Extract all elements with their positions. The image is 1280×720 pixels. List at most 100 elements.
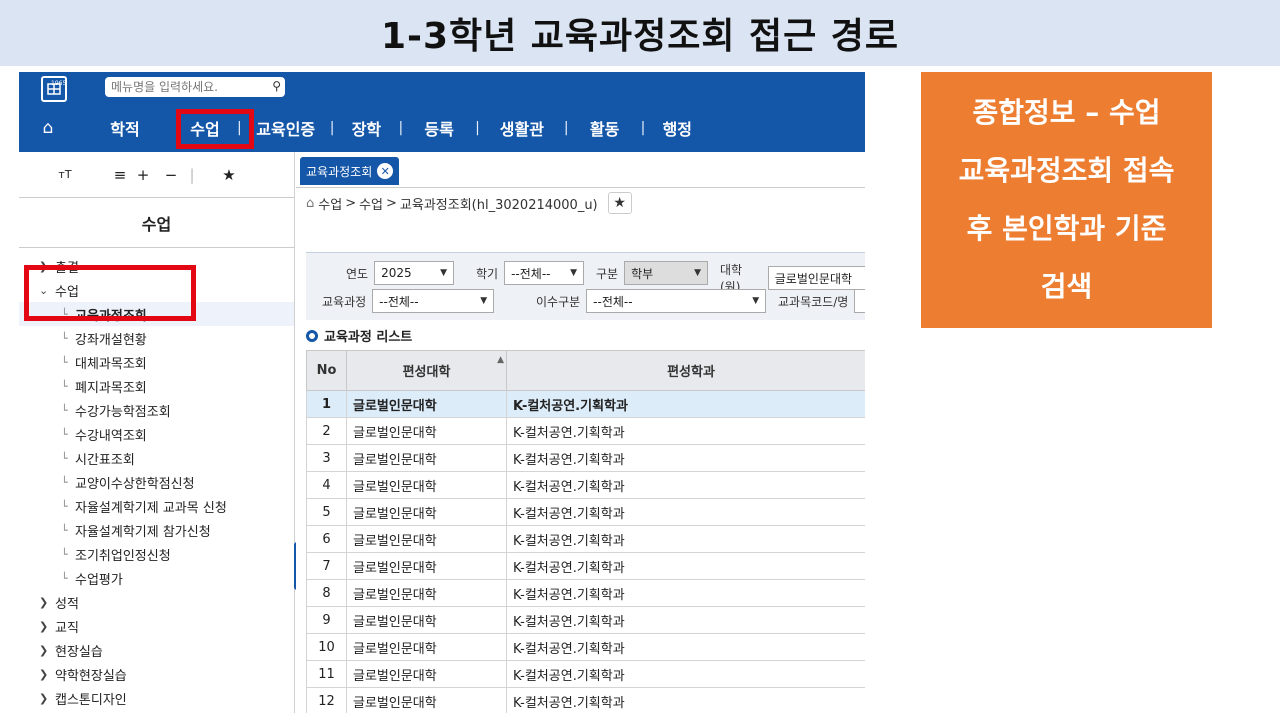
completion-type-select[interactable]: --전체-- ▼: [586, 289, 767, 313]
row-number: 3: [306, 444, 347, 472]
nav-separator: |: [563, 120, 569, 136]
row-number: 11: [306, 660, 347, 688]
row-department: K-컬처공연.기획학과: [506, 498, 865, 526]
close-icon[interactable]: ✕: [377, 163, 394, 179]
row-department: K-컬처공연.기획학과: [506, 606, 865, 634]
university-logo[interactable]: 1965: [41, 76, 67, 102]
nav-item-scholarship[interactable]: 장학: [334, 104, 398, 152]
division-select[interactable]: 학부 ▼: [624, 261, 709, 285]
table-row[interactable]: 4 글로벌인문대학 K-컬처공연.기획학과: [306, 471, 865, 499]
chevron-down-icon: ▼: [694, 268, 702, 278]
tree-item[interactable]: └ 강좌개설현황: [19, 326, 294, 350]
breadcrumb-separator: >: [345, 195, 357, 211]
table-row[interactable]: 5 글로벌인문대학 K-컬처공연.기획학과: [306, 498, 865, 526]
semester-select[interactable]: --전체-- ▼: [504, 261, 585, 285]
table-row[interactable]: 11 글로벌인문대학 K-컬처공연.기획학과: [306, 660, 865, 688]
nav-item-administration[interactable]: 행정: [645, 104, 709, 152]
highlight-box-nav: [176, 109, 254, 149]
nav-item-dormitory[interactable]: 생활관: [480, 104, 564, 152]
tree-item[interactable]: └ 자율설계학기제 참가신청: [19, 518, 294, 542]
row-college: 글로벌인문대학: [346, 633, 507, 661]
table-row[interactable]: 8 글로벌인문대학 K-컬처공연.기획학과: [306, 579, 865, 607]
tree-item[interactable]: └ 수강가능학점조회: [19, 398, 294, 422]
table-row[interactable]: 7 글로벌인문대학 K-컬처공연.기획학과: [306, 552, 865, 580]
branch-icon: └: [61, 403, 68, 417]
tree-item[interactable]: └ 수업평가: [19, 566, 294, 590]
menu-search-input[interactable]: [111, 80, 261, 94]
font-size-icon[interactable]: тT: [19, 168, 111, 181]
course-code-input[interactable]: [854, 289, 865, 313]
table-row[interactable]: 6 글로벌인문대학 K-컬처공연.기획학과: [306, 525, 865, 553]
tree-category[interactable]: ❯ 교직: [19, 614, 294, 638]
tree-category[interactable]: ❯ 약학현장실습: [19, 662, 294, 686]
table-row[interactable]: 12 글로벌인문대학 K-컬처공연.기획학과: [306, 687, 865, 713]
expand-all-icon[interactable]: +: [129, 166, 157, 184]
tree-item[interactable]: └ 수강내역조회: [19, 422, 294, 446]
slide-title: 1-3학년 교육과정조회 접근 경로: [380, 16, 900, 57]
branch-icon: └: [61, 475, 68, 489]
tree-category[interactable]: ❯ 캡스톤디자인: [19, 686, 294, 710]
completion-type-label: 이수구분: [536, 294, 581, 309]
year-select[interactable]: 2025 ▼: [374, 261, 455, 285]
instruction-line: 검색: [1040, 270, 1093, 303]
slide-title-bar: 1-3학년 교육과정조회 접근 경로: [0, 0, 1280, 66]
table-row[interactable]: 2 글로벌인문대학 K-컬처공연.기획학과: [306, 417, 865, 445]
instruction-line: 종합정보 – 수업: [972, 96, 1161, 129]
nav-item-certification[interactable]: 교육인증: [242, 104, 330, 152]
row-department: K-컬처공연.기획학과: [506, 444, 865, 472]
nav-separator: |: [640, 120, 646, 136]
chevron-right-icon: ❯: [39, 667, 49, 681]
table-row[interactable]: 9 글로벌인문대학 K-컬처공연.기획학과: [306, 606, 865, 634]
nav-item-registration[interactable]: 등록: [403, 104, 475, 152]
curriculum-select[interactable]: --전체-- ▼: [372, 289, 495, 313]
branch-icon: └: [61, 379, 68, 393]
row-college: 글로벌인문대학: [346, 579, 507, 607]
row-college: 글로벌인문대학: [346, 687, 507, 713]
table-row[interactable]: 3 글로벌인문대학 K-컬처공연.기획학과: [306, 444, 865, 472]
row-college: 글로벌인문대학: [346, 660, 507, 688]
breadcrumb: ⌂ 수업 > 수업 > 교육과정조회(hl_3020214000_u) ★: [306, 192, 632, 214]
row-college: 글로벌인문대학: [346, 525, 507, 553]
column-header-department[interactable]: 편성학과: [506, 350, 865, 391]
row-college: 글로벌인문대학: [346, 444, 507, 472]
table-row[interactable]: 1 글로벌인문대학 K-컬처공연.기획학과: [306, 390, 865, 418]
tree-category[interactable]: ❯ 현장실습: [19, 638, 294, 662]
row-college: 글로벌인문대학: [346, 471, 507, 499]
tab-curriculum-inquiry[interactable]: 교육과정조회 ✕: [300, 157, 400, 185]
sort-icon[interactable]: ▲: [497, 355, 504, 365]
home-icon[interactable]: ⌂: [19, 118, 77, 138]
branch-icon: └: [61, 547, 68, 561]
tree-category[interactable]: ❯ 성적: [19, 590, 294, 614]
row-number: 2: [306, 417, 347, 445]
tree-item[interactable]: └ 대체과목조회: [19, 350, 294, 374]
collapse-all-icon[interactable]: −: [157, 166, 185, 184]
row-college: 글로벌인문대학: [346, 552, 507, 580]
row-college: 글로벌인문대학: [346, 390, 507, 418]
menu-list-icon[interactable]: ≡: [111, 166, 129, 184]
column-header-no[interactable]: No: [306, 350, 347, 391]
tree-item[interactable]: └ 폐지과목조회: [19, 374, 294, 398]
tree-item[interactable]: └ 조기취업인정신청: [19, 542, 294, 566]
table-row[interactable]: 10 글로벌인문대학 K-컬처공연.기획학과: [306, 633, 865, 661]
search-icon[interactable]: ⚲: [272, 79, 281, 93]
row-number: 6: [306, 525, 347, 553]
tree-item[interactable]: └ 자율설계학기제 교과목 신청: [19, 494, 294, 518]
row-number: 9: [306, 606, 347, 634]
breadcrumb-separator: >: [386, 195, 397, 211]
row-number: 8: [306, 579, 347, 607]
nav-item-academic-records[interactable]: 학적: [77, 104, 173, 152]
main-nav: ⌂ 학적 수업 | 교육인증 | 장학 | 등록 | 생활관 | 활동 | 행정: [19, 104, 865, 152]
college-select[interactable]: 글로벌인문대학: [767, 266, 865, 290]
instruction-line: 후 본인학과 기준: [966, 212, 1167, 245]
favorite-star-icon[interactable]: ★: [199, 166, 259, 184]
chevron-down-icon: ▼: [440, 268, 448, 278]
main-content: 교육과정조회 ✕ ⌂ 수업 > 수업 > 교육과정조회(hl_302021400…: [296, 152, 865, 713]
tree-item[interactable]: └ 교양이수상한학점신청: [19, 470, 294, 494]
tree-item[interactable]: └ 시간표조회: [19, 446, 294, 470]
favorite-star-icon[interactable]: ★: [607, 192, 632, 214]
row-number: 1: [306, 390, 347, 418]
column-header-college[interactable]: 편성대학 ▲: [346, 350, 507, 391]
home-icon[interactable]: ⌂: [306, 196, 314, 211]
nav-item-activities[interactable]: 활동: [569, 104, 641, 152]
instruction-box: 종합정보 – 수업 교육과정조회 접속 후 본인학과 기준 검색: [921, 72, 1212, 328]
